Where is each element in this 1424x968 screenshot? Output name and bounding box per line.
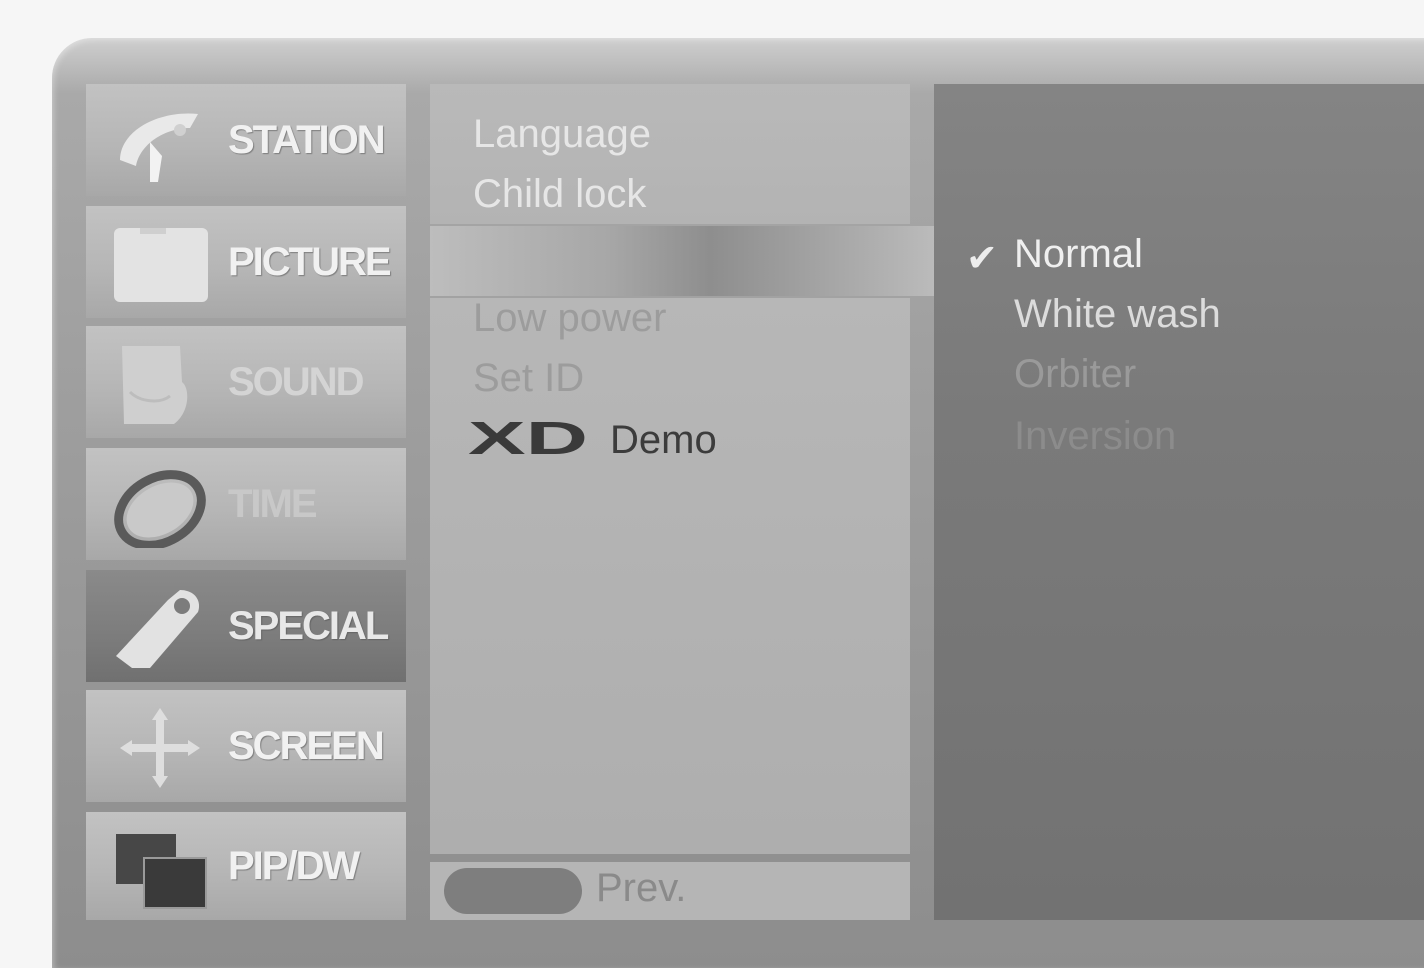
submenu-item-child-lock[interactable]: Child lock bbox=[473, 172, 646, 217]
move-arrows-icon bbox=[120, 708, 200, 788]
option-white-wash[interactable]: White wash bbox=[1014, 292, 1221, 337]
submenu-highlight-bar[interactable] bbox=[430, 226, 940, 296]
category-label: TIME bbox=[228, 481, 318, 526]
clock-ring-icon bbox=[114, 470, 206, 548]
option-orbiter[interactable]: Orbiter bbox=[1014, 352, 1136, 397]
category-time[interactable]: TIME bbox=[86, 448, 406, 560]
category-station[interactable]: STATION bbox=[86, 84, 406, 196]
category-label: STATION bbox=[228, 117, 386, 162]
category-screen[interactable]: SCREEN bbox=[86, 690, 406, 802]
category-label: SCREEN bbox=[228, 723, 385, 768]
picture-card-icon bbox=[114, 228, 208, 302]
prev-button[interactable] bbox=[444, 868, 582, 914]
check-icon: ✔ bbox=[966, 236, 998, 280]
options-panel bbox=[934, 84, 1424, 920]
submenu-item-demo[interactable]: Demo bbox=[610, 418, 717, 463]
speaker-icon bbox=[122, 346, 188, 424]
category-label: SPECIAL bbox=[228, 603, 389, 648]
submenu-item-low-power[interactable]: Low power bbox=[473, 296, 666, 341]
category-pip-dw[interactable]: PIP/DW bbox=[86, 812, 406, 920]
option-inversion[interactable]: Inversion bbox=[1014, 414, 1176, 459]
prev-label: Prev. bbox=[596, 866, 687, 910]
xd-logo-text: XD bbox=[468, 418, 588, 458]
category-label: PICTURE bbox=[228, 239, 392, 284]
submenu-item-language[interactable]: Language bbox=[473, 112, 651, 157]
satellite-dish-icon bbox=[120, 113, 198, 182]
category-picture[interactable]: PICTURE bbox=[86, 206, 406, 318]
xd-logo: XD bbox=[468, 418, 588, 458]
stacked-windows-icon bbox=[116, 834, 207, 909]
tag-icon bbox=[116, 590, 200, 668]
category-label: PIP/DW bbox=[228, 843, 360, 888]
option-normal[interactable]: Normal bbox=[1014, 232, 1143, 277]
submenu-item-set-id[interactable]: Set ID bbox=[473, 356, 584, 401]
category-special[interactable]: SPECIAL bbox=[86, 570, 406, 682]
category-label: SOUND bbox=[228, 359, 364, 404]
category-sound[interactable]: SOUND bbox=[86, 326, 406, 438]
